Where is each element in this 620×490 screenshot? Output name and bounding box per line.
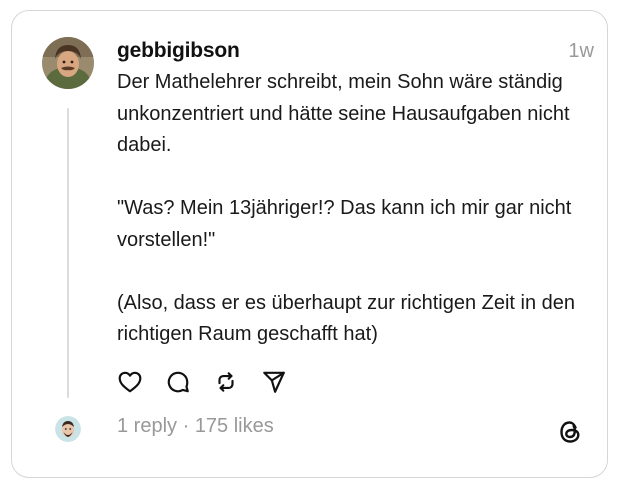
share-icon xyxy=(263,371,285,393)
stats-separator: · xyxy=(177,415,195,437)
post-paragraph: (Also, dass er es überhaupt zur richtige… xyxy=(117,291,576,346)
share-button[interactable] xyxy=(260,368,288,396)
threads-logo-icon[interactable] xyxy=(556,418,584,446)
timestamp: 1w xyxy=(568,40,594,62)
repost-button[interactable] xyxy=(212,368,240,396)
like-button[interactable] xyxy=(116,368,144,396)
post-stats: 1 reply · 175 likes xyxy=(117,413,274,439)
comment-icon xyxy=(167,371,189,393)
username[interactable]: gebbigibson xyxy=(117,38,240,64)
author-avatar[interactable] xyxy=(42,37,94,89)
comment-button[interactable] xyxy=(164,368,192,396)
like-count[interactable]: 175 likes xyxy=(195,415,274,437)
reply-count[interactable]: 1 reply xyxy=(117,415,177,437)
action-bar xyxy=(116,367,308,397)
post-paragraph: Der Mathelehrer schreibt, mein Sohn wäre… xyxy=(117,71,570,156)
reply-avatar[interactable] xyxy=(55,416,81,442)
post-text: Der Mathelehrer schreibt, mein Sohn wäre… xyxy=(117,67,587,351)
heart-icon xyxy=(118,371,142,393)
thread-line xyxy=(67,108,69,398)
post-paragraph: "Was? Mein 13jähriger!? Das kann ich mir… xyxy=(117,197,572,251)
repost-icon xyxy=(218,372,234,392)
